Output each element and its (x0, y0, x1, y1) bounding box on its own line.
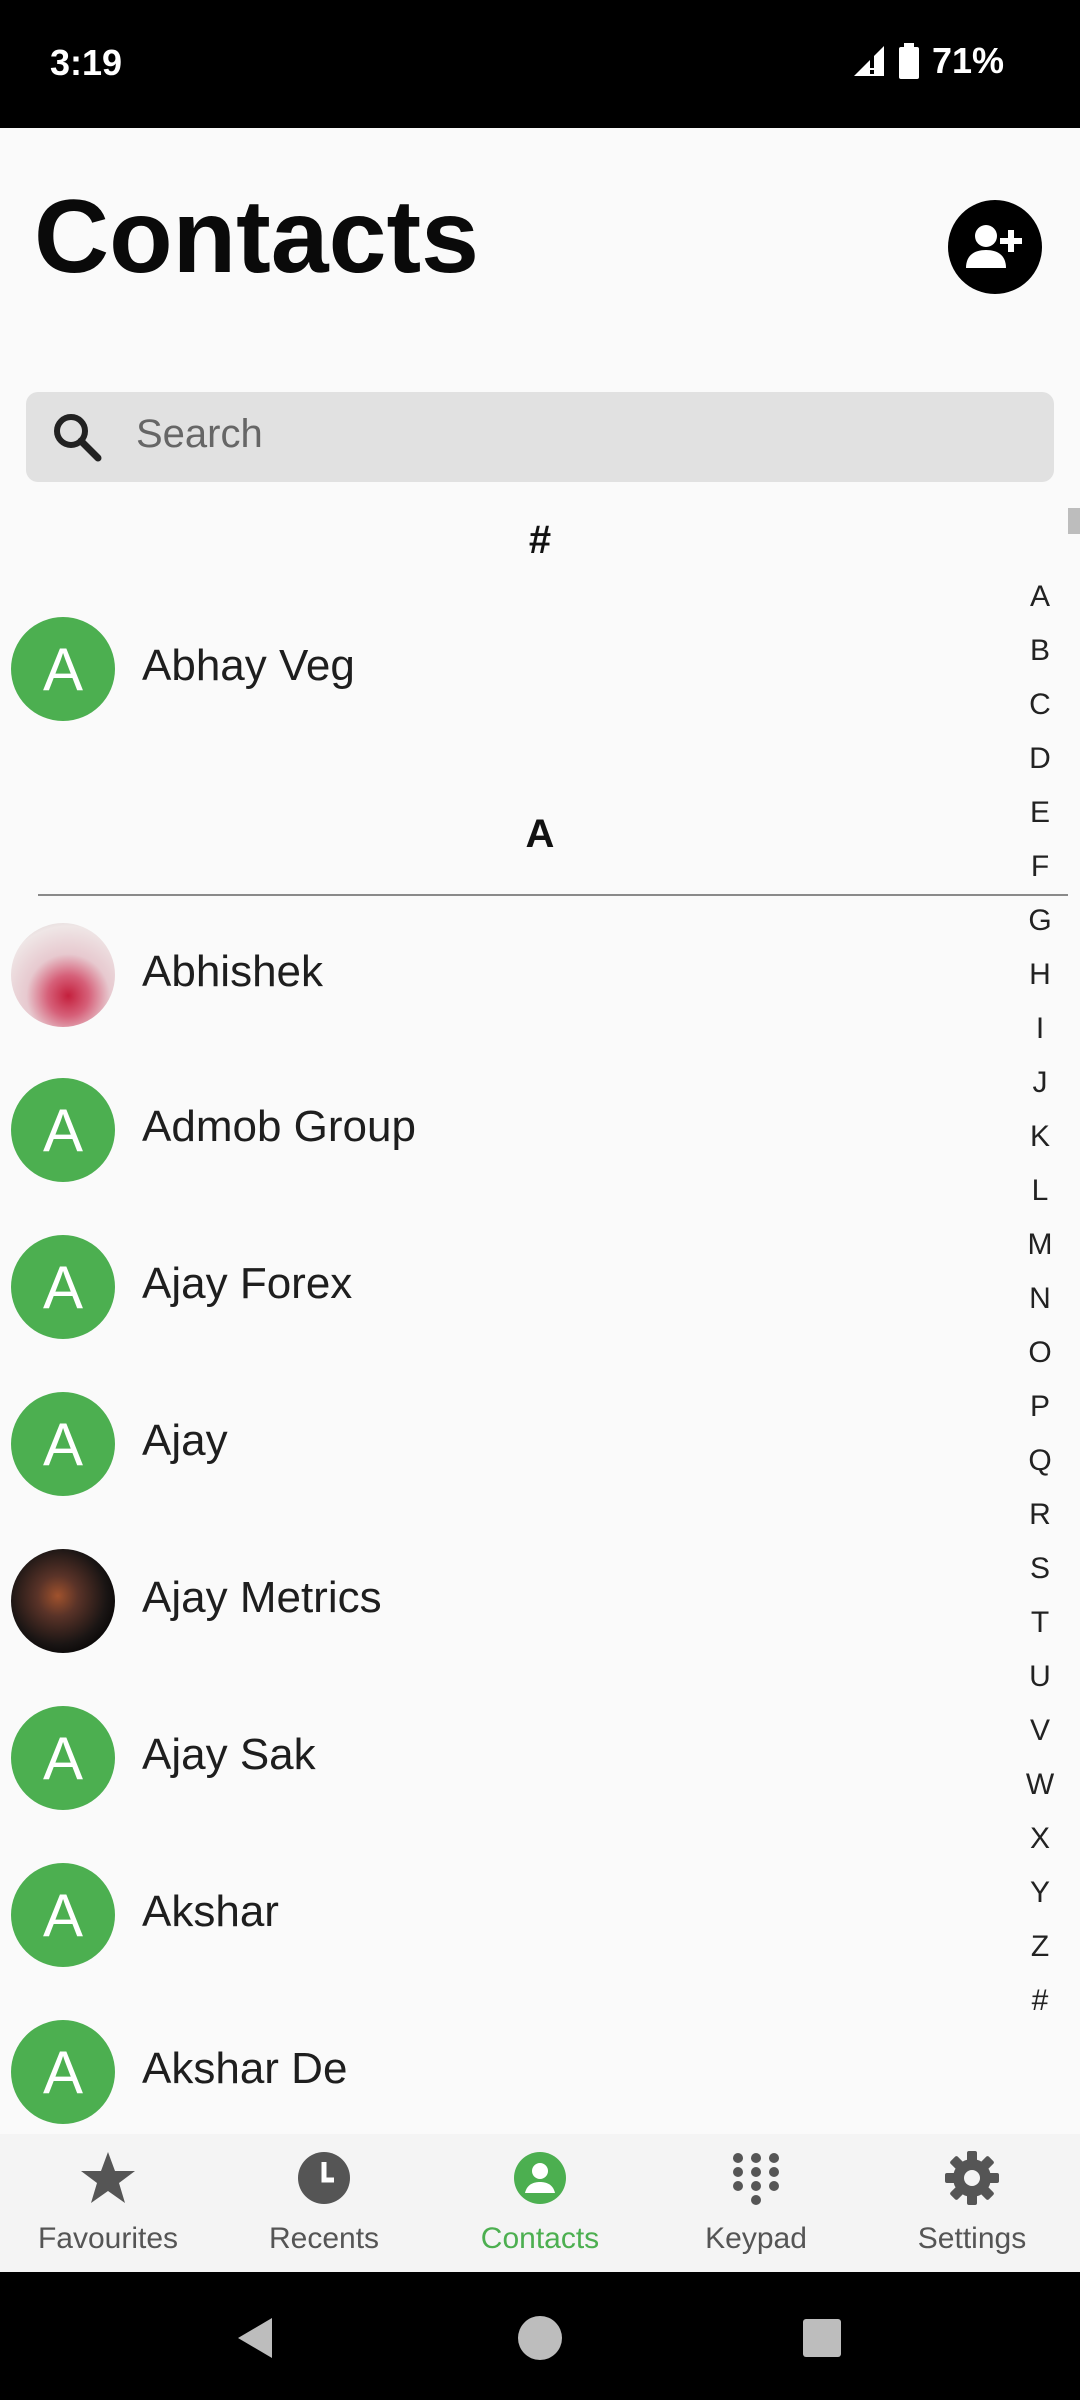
nav-label: Favourites (37, 2222, 179, 2255)
nav-label: Keypad (705, 2222, 807, 2255)
system-navigation-bar (0, 2272, 1080, 2400)
home-icon[interactable] (516, 2314, 564, 2362)
avatar: A (11, 1392, 115, 1496)
index-letter[interactable]: J (1010, 1056, 1070, 1110)
avatar: A (11, 1706, 115, 1810)
nav-label: Settings (917, 2222, 1027, 2255)
battery-percent: 71% (931, 40, 1004, 81)
nav-keypad[interactable]: Keypad (648, 2134, 864, 2272)
search-input[interactable]: Search (26, 392, 1054, 482)
contact-row[interactable]: A Admob Group (0, 1078, 1000, 1198)
avatar: A (11, 617, 115, 721)
index-letter[interactable]: N (1010, 1272, 1070, 1326)
index-letter[interactable]: L (1010, 1164, 1070, 1218)
index-letter[interactable]: C (1010, 678, 1070, 732)
index-letter[interactable]: P (1010, 1380, 1070, 1434)
index-letter[interactable]: B (1010, 624, 1070, 678)
index-letter[interactable]: I (1010, 1002, 1070, 1056)
signal-icon (853, 46, 884, 76)
status-icons: 71% (850, 40, 1004, 82)
index-letter[interactable]: S (1010, 1542, 1070, 1596)
section-divider (38, 894, 1068, 896)
contact-row[interactable]: A Ajay (0, 1392, 1000, 1512)
contact-name: Ajay (142, 1416, 228, 1465)
status-bar: 3:19 71% (0, 0, 1080, 128)
gear-icon (945, 2151, 999, 2205)
index-letter[interactable]: Q (1010, 1434, 1070, 1488)
index-letter[interactable]: Z (1010, 1920, 1070, 1974)
nav-settings[interactable]: Settings (864, 2134, 1080, 2272)
index-letter[interactable]: F (1010, 840, 1070, 894)
star-icon (81, 2152, 135, 2203)
add-contact-button[interactable] (948, 200, 1042, 294)
contact-name: Abhishek (142, 947, 324, 996)
index-letter[interactable]: R (1010, 1488, 1070, 1542)
index-letter[interactable]: G (1010, 894, 1070, 948)
bottom-navigation: Favourites Recents Contacts Keypad Setti… (0, 2134, 1080, 2272)
clock-icon (298, 2152, 350, 2204)
contact-name: Abhay Veg (142, 641, 355, 690)
contact-name: Admob Group (142, 1102, 416, 1151)
index-letter[interactable]: Y (1010, 1866, 1070, 1920)
contact-row[interactable]: Abhishek (0, 923, 1000, 1043)
dialpad-icon (733, 2153, 779, 2205)
index-letter[interactable]: E (1010, 786, 1070, 840)
contact-name: Akshar (142, 1887, 279, 1936)
index-letter[interactable]: M (1010, 1218, 1070, 1272)
search-icon (54, 414, 102, 462)
contact-row[interactable]: Ajay Metrics (0, 1549, 1000, 1669)
page-title: Contacts (34, 179, 479, 295)
battery-icon (898, 43, 919, 79)
nav-recents[interactable]: Recents (216, 2134, 432, 2272)
section-header-hash: # (528, 518, 552, 562)
avatar-photo (11, 923, 115, 1027)
section-header-a: A (525, 812, 555, 856)
avatar-photo (11, 1549, 115, 1653)
contact-name: Ajay Metrics (142, 1573, 382, 1622)
index-letter[interactable]: V (1010, 1704, 1070, 1758)
avatar: A (11, 1235, 115, 1339)
index-letter[interactable]: U (1010, 1650, 1070, 1704)
index-letter[interactable]: # (1010, 1974, 1070, 2028)
contact-row[interactable]: A Akshar (0, 1863, 1000, 1983)
status-time: 3:19 (50, 42, 123, 83)
add-person-icon (966, 225, 1022, 268)
index-letter[interactable]: T (1010, 1596, 1070, 1650)
nav-label: Contacts (480, 2222, 600, 2255)
contact-row[interactable]: A Abhay Veg (0, 617, 1000, 737)
avatar: A (11, 1863, 115, 1967)
index-letter[interactable]: O (1010, 1326, 1070, 1380)
contact-name: Ajay Sak (142, 1730, 316, 1779)
nav-favourites[interactable]: Favourites (0, 2134, 216, 2272)
nav-contacts[interactable]: Contacts (432, 2134, 648, 2272)
contact-row[interactable]: A Ajay Forex (0, 1235, 1000, 1355)
contact-name: Ajay Forex (142, 1259, 353, 1308)
contact-name: Akshar De (142, 2044, 348, 2093)
index-letter[interactable]: H (1010, 948, 1070, 1002)
nav-label: Recents (268, 2222, 380, 2255)
index-letter[interactable]: K (1010, 1110, 1070, 1164)
back-icon[interactable] (234, 2316, 278, 2360)
index-letter[interactable]: A (1010, 570, 1070, 624)
index-letter[interactable]: D (1010, 732, 1070, 786)
recents-square-icon[interactable] (802, 2318, 842, 2358)
person-icon (514, 2152, 566, 2204)
contact-row[interactable]: A Ajay Sak (0, 1706, 1000, 1826)
search-placeholder: Search (136, 412, 263, 456)
alphabet-index[interactable]: A B C D E F G H I J K L M N O P Q R S T U V W X Y Z # (1010, 570, 1070, 2028)
index-letter[interactable]: W (1010, 1758, 1070, 1812)
avatar: A (11, 2020, 115, 2124)
index-letter[interactable]: X (1010, 1812, 1070, 1866)
avatar: A (11, 1078, 115, 1182)
contact-row[interactable]: A Akshar De (0, 2020, 1000, 2140)
